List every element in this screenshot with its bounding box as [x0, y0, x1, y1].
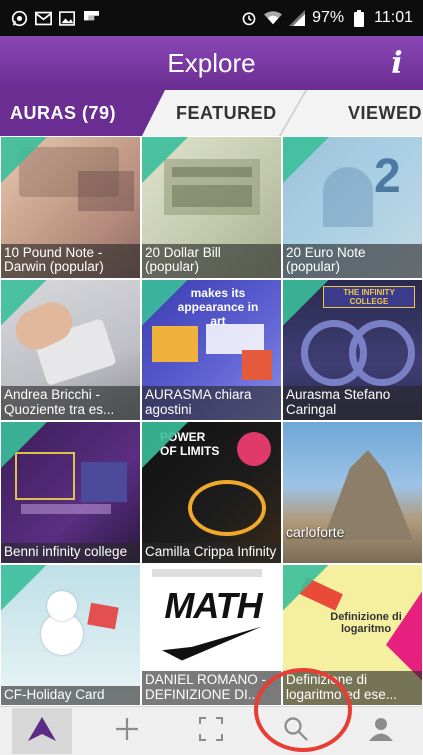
tab-bar: AURAS (79) FEATURED VIEWED: [0, 90, 423, 136]
add-icon: [114, 716, 140, 747]
aura-grid: 10 Pound Note - Darwin (popular) 20 Doll…: [0, 136, 423, 706]
battery-icon: [350, 9, 368, 27]
aura-title: 20 Dollar Bill (popular): [142, 243, 281, 278]
tab-divider: [278, 90, 308, 136]
nav-scan-button[interactable]: [181, 708, 241, 754]
aura-title: AURASMA chiara agostini: [142, 386, 281, 420]
aura-title: carloforte: [286, 524, 345, 540]
app-header: Explore i: [0, 36, 423, 90]
aura-title: 20 Euro Note (popular): [283, 243, 422, 278]
tab-featured[interactable]: FEATURED: [176, 90, 277, 136]
aura-art-text: makes its appearance in art: [177, 285, 259, 328]
aura-tile[interactable]: Definizione di logaritmo Definizione di …: [282, 563, 423, 706]
gmail-icon: [34, 9, 52, 27]
tab-auras[interactable]: AURAS (79): [10, 90, 116, 136]
wifi-icon: [264, 9, 283, 27]
battery-percent: 97%: [312, 9, 345, 26]
aura-art-text: THE INFINITY COLLEGE: [343, 287, 395, 306]
page-title: Explore: [167, 47, 256, 78]
alarm-icon: [240, 9, 258, 27]
aura-title: Andrea Bricchi - Quoziente tra es...: [1, 386, 140, 420]
aura-title: 10 Pound Note - Darwin (popular): [1, 243, 140, 278]
aura-title: Aurasma Stefano Caringal: [283, 386, 422, 420]
status-left-icons: [10, 9, 100, 27]
aura-tile[interactable]: carloforte: [282, 421, 423, 564]
aura-tile[interactable]: makes its appearance in art AURASMA chia…: [141, 278, 282, 421]
aura-tile[interactable]: CF-Holiday Card: [0, 563, 141, 706]
signal-icon: [288, 9, 306, 27]
aura-title: CF-Holiday Card: [1, 685, 140, 705]
nav-add-button[interactable]: [97, 708, 157, 754]
info-button[interactable]: i: [381, 46, 413, 81]
aura-title: Camilla Crippa Infinity: [142, 543, 281, 563]
aura-tile[interactable]: 10 Pound Note - Darwin (popular): [0, 136, 141, 279]
tab-viewed[interactable]: VIEWED: [348, 90, 422, 136]
profile-icon: [367, 716, 395, 747]
aura-tile[interactable]: 2 20 Euro Note (popular): [282, 136, 423, 279]
clock: 11:01: [374, 9, 413, 26]
aura-art-text: MATH: [164, 584, 262, 626]
gallery-icon: [58, 9, 76, 27]
explore-icon: [27, 716, 57, 747]
aura-tile[interactable]: POWER OF LIMITS Camilla Crippa Infinity: [141, 421, 282, 564]
bottom-nav: [0, 706, 423, 755]
aura-title: Benni infinity college: [1, 543, 140, 563]
scan-icon: [198, 716, 224, 747]
aura-tile[interactable]: Benni infinity college: [0, 421, 141, 564]
aura-title: DANIEL ROMANO - DEFINIZIONE DI...: [142, 671, 281, 705]
status-right-icons: 97% 11:01: [240, 9, 413, 27]
status-bar: 97% 11:01: [0, 0, 423, 36]
aura-tile[interactable]: Andrea Bricchi - Quoziente tra es...: [0, 278, 141, 421]
aura-title: Definizione di logaritmo ed ese...: [283, 671, 422, 705]
flipboard-icon: [82, 9, 100, 27]
nav-profile-button[interactable]: [351, 708, 411, 754]
aura-tile[interactable]: 20 Dollar Bill (popular): [141, 136, 282, 279]
aura-tile[interactable]: MATH DANIEL ROMANO - DEFINIZIONE DI...: [141, 563, 282, 706]
nav-search-button[interactable]: [266, 708, 326, 754]
nav-explore-button[interactable]: [12, 708, 73, 754]
search-icon: [283, 716, 309, 747]
aura-tile[interactable]: THE INFINITY COLLEGE Aurasma Stefano Car…: [282, 278, 423, 421]
whatsapp-icon: [10, 9, 28, 27]
